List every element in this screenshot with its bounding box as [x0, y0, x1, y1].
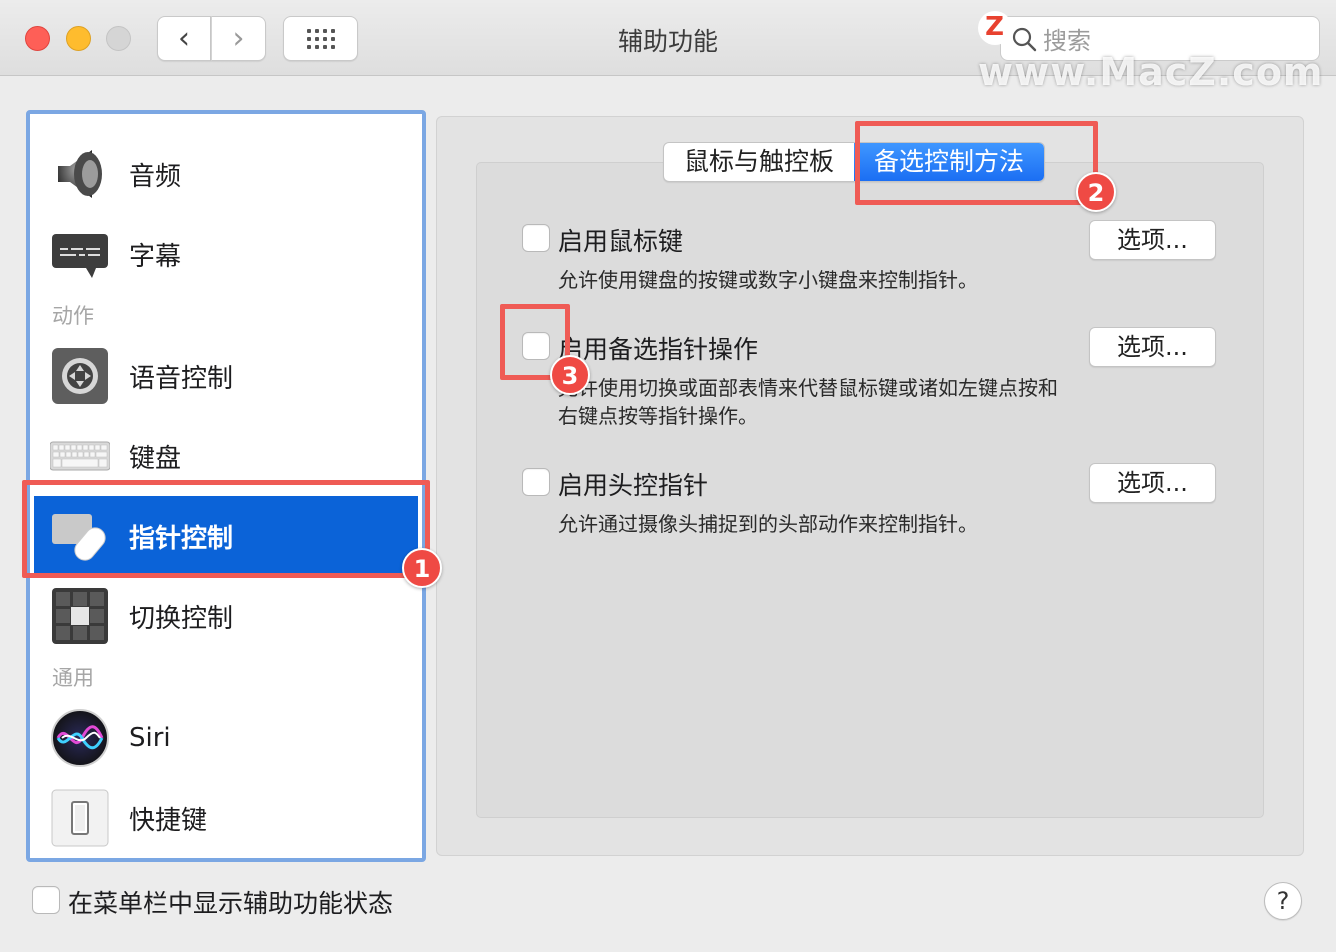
show-status-in-menu-bar-label: 在菜单栏中显示辅助功能状态	[68, 889, 394, 918]
sidebar-item-label: Siri	[129, 723, 171, 753]
enable-mouse-keys-description: 允许使用键盘的按键或数字小键盘来控制指针。	[558, 268, 978, 292]
annotation-badge-3: 3	[550, 355, 590, 395]
sidebar-section-general: 通用	[52, 666, 94, 690]
annotation-box-1	[22, 480, 430, 578]
alternate-pointer-options-button[interactable]: 选项...	[1089, 327, 1216, 367]
watermark: Zwww.MacZ.com	[978, 6, 1336, 94]
sidebar-item-siri[interactable]: Siri	[34, 698, 418, 778]
show-status-in-menu-bar-checkbox[interactable]	[32, 886, 60, 914]
sidebar-section-motor: 动作	[52, 304, 94, 328]
sidebar-item-shortcut[interactable]: 快捷键	[34, 778, 418, 858]
sidebar-item-label: 音频	[129, 161, 182, 192]
alternate-pointer-actions-description-line2: 右键点按等指针操作。	[558, 404, 758, 428]
head-pointer-description: 允许通过摄像头捕捉到的头部动作来控制指针。	[558, 512, 978, 536]
annotation-badge-2: 2	[1076, 172, 1116, 212]
title-bar: ‹ › 辅助功能 搜索 Zwww.MacZ.com	[0, 0, 1336, 94]
annotation-badge-1: 1	[402, 548, 442, 588]
enable-mouse-keys-checkbox[interactable]	[522, 224, 550, 252]
enable-head-pointer-checkbox[interactable]	[522, 468, 550, 496]
sidebar-item-voice-control[interactable]: 语音控制	[34, 336, 418, 416]
sidebar-item-label: 键盘	[129, 443, 182, 474]
enable-head-pointer-label: 启用头控指针	[558, 471, 709, 500]
sidebar-item-label: 切换控制	[129, 603, 234, 634]
sidebar-item-audio[interactable]: 音频	[34, 134, 418, 214]
speaker-icon	[58, 150, 102, 198]
watermark-logo: Z	[978, 11, 1012, 45]
sidebar-item-captions[interactable]: 字幕	[34, 214, 418, 294]
alternate-pointer-actions-description-line1: 允许使用切换或面部表情来代替鼠标键或诸如左键点按和	[558, 376, 1058, 400]
sidebar-item-label: 语音控制	[129, 363, 234, 394]
annotation-box-2	[855, 121, 1098, 205]
switch-control-icon	[52, 588, 108, 644]
captions-icon	[52, 234, 108, 278]
enable-alternate-pointer-actions-label: 启用备选指针操作	[558, 335, 759, 364]
siri-icon	[51, 709, 109, 767]
voice-control-icon	[52, 348, 108, 404]
sidebar-item-switch-control[interactable]: 切换控制	[34, 576, 418, 656]
enable-mouse-keys-label: 启用鼠标键	[558, 227, 684, 256]
sidebar-item-label: 快捷键	[129, 805, 208, 836]
tab-mouse-trackpad[interactable]: 鼠标与触控板	[664, 143, 854, 181]
shortcut-icon	[51, 789, 109, 847]
watermark-text: www.MacZ.com	[978, 50, 1324, 94]
head-pointer-options-button[interactable]: 选项...	[1089, 463, 1216, 503]
keyboard-icon	[50, 441, 110, 471]
sidebar-item-label: 字幕	[129, 241, 182, 272]
mouse-keys-options-button[interactable]: 选项...	[1089, 220, 1216, 260]
help-button[interactable]: ?	[1264, 882, 1302, 920]
